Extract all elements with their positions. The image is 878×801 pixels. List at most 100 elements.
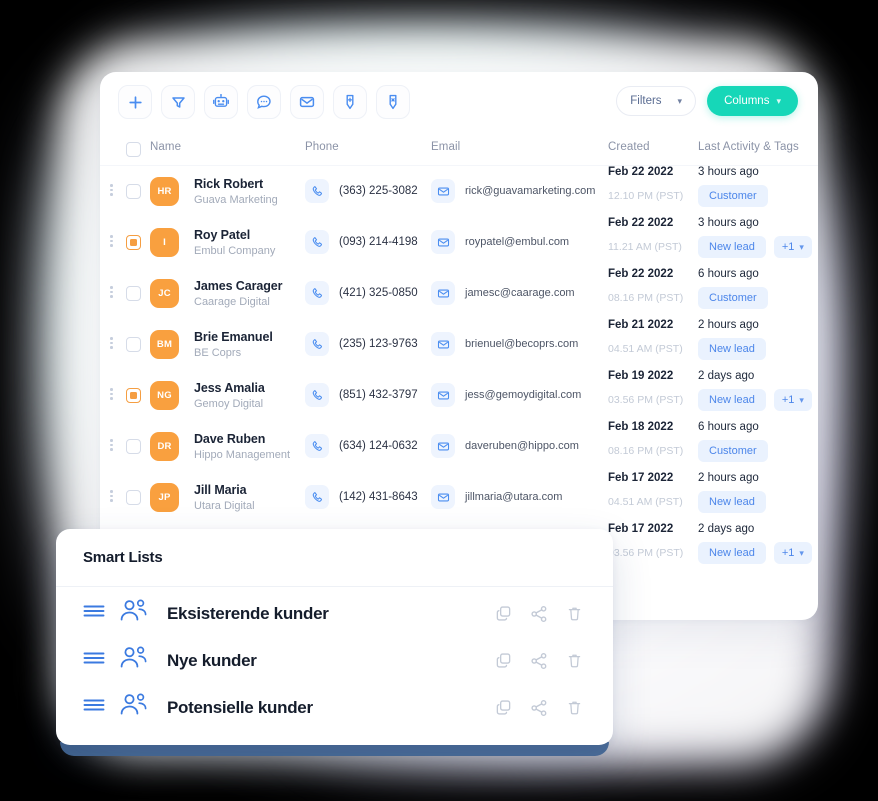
users-group-icon <box>119 693 149 722</box>
row-select-checkbox[interactable] <box>126 235 141 250</box>
phone-cell[interactable]: (142) 431-8643 <box>305 485 418 509</box>
status-badge[interactable]: New lead <box>698 338 766 360</box>
more-tags-badge[interactable]: +1 ▾ <box>773 542 812 564</box>
email-value: jamesc@caarage.com <box>465 287 575 299</box>
email-cell[interactable]: jamesc@caarage.com <box>431 281 575 305</box>
row-select-checkbox[interactable] <box>126 439 141 454</box>
row-select-checkbox[interactable] <box>126 286 141 301</box>
contact-name: Dave Ruben <box>194 432 266 446</box>
chat-bubble-icon[interactable] <box>247 85 281 119</box>
email-cell[interactable]: roypatel@embul.com <box>431 230 569 254</box>
phone-value: (421) 325-0850 <box>339 287 418 299</box>
filters-label: Filters <box>630 95 662 107</box>
trash-icon[interactable] <box>566 652 583 669</box>
smart-lists-card: Smart Lists Eksisterende kunder Nye kunde… <box>56 529 613 745</box>
status-badge[interactable]: Customer <box>698 287 768 309</box>
share-icon[interactable] <box>530 699 548 717</box>
created-cell: Feb 21 2022 04.51 AM (PST) <box>608 319 683 355</box>
contact-name: Rick Robert <box>194 177 264 191</box>
activity-cell: 2 hours ago New lead <box>698 319 766 360</box>
last-activity-time: 2 hours ago <box>698 472 759 484</box>
tag-row: New lead +1 ▾ <box>698 389 812 411</box>
more-tags-badge[interactable]: +1 ▾ <box>773 389 812 411</box>
created-time: 11.21 AM (PST) <box>608 241 682 253</box>
duplicate-icon[interactable] <box>495 605 512 622</box>
status-badge[interactable]: New lead <box>698 236 766 258</box>
tag-row: Customer <box>698 185 768 207</box>
created-cell: Feb 17 2022 04.51 AM (PST) <box>608 472 683 508</box>
row-select-checkbox[interactable] <box>126 184 141 199</box>
users-group-icon <box>119 646 149 675</box>
phone-value: (363) 225-3082 <box>339 185 418 197</box>
contact-company: Utara Digital <box>194 500 255 512</box>
row-drag-handle[interactable] <box>110 439 113 451</box>
contact-company: Hippo Management <box>194 449 291 461</box>
phone-icon <box>305 281 329 305</box>
smart-list-item[interactable]: Potensielle kunder <box>56 687 613 728</box>
row-drag-handle[interactable] <box>110 184 113 196</box>
smart-list-item[interactable]: Nye kunder <box>56 640 613 681</box>
tag-row: Customer <box>698 440 768 462</box>
created-time: 03.56 PM (PST) <box>608 394 684 406</box>
trash-icon[interactable] <box>566 699 583 716</box>
chevron-down-icon: ▾ <box>799 547 804 558</box>
tag-row: New lead +1 ▾ <box>698 236 812 258</box>
tag-add-icon[interactable] <box>333 85 367 119</box>
row-select-checkbox[interactable] <box>126 490 141 505</box>
row-drag-handle[interactable] <box>110 388 113 400</box>
row-drag-handle[interactable] <box>110 235 113 247</box>
smart-lists-header: Smart Lists <box>56 529 613 587</box>
phone-icon <box>305 179 329 203</box>
email-cell[interactable]: daveruben@hippo.com <box>431 434 579 458</box>
phone-cell[interactable]: (363) 225-3082 <box>305 179 418 203</box>
share-icon[interactable] <box>530 652 548 670</box>
phone-cell[interactable]: (421) 325-0850 <box>305 281 418 305</box>
filter-funnel-icon[interactable] <box>161 85 195 119</box>
add-icon[interactable] <box>118 85 152 119</box>
phone-cell[interactable]: (235) 123-9763 <box>305 332 418 356</box>
email-value: brienuel@becoprs.com <box>465 338 579 350</box>
phone-cell[interactable]: (093) 214-4198 <box>305 230 418 254</box>
drag-handle-icon[interactable] <box>83 651 105 670</box>
toolbar-icon-group <box>118 85 410 119</box>
row-drag-handle[interactable] <box>110 337 113 349</box>
status-badge[interactable]: Customer <box>698 440 768 462</box>
phone-value: (093) 214-4198 <box>339 236 418 248</box>
created-date: Feb 17 2022 <box>608 472 674 484</box>
row-drag-handle[interactable] <box>110 286 113 298</box>
phone-value: (851) 432-3797 <box>339 389 418 401</box>
email-cell[interactable]: jess@gemoydigital.com <box>431 383 581 407</box>
email-cell[interactable]: rick@guavamarketing.com <box>431 179 595 203</box>
select-all-checkbox[interactable] <box>126 142 141 157</box>
last-activity-time: 6 hours ago <box>698 268 759 280</box>
drag-handle-icon[interactable] <box>83 604 105 623</box>
columns-label: Columns <box>724 95 770 107</box>
row-select-checkbox[interactable] <box>126 337 141 352</box>
activity-cell: 3 hours ago New lead +1 ▾ <box>698 217 812 258</box>
row-drag-handle[interactable] <box>110 490 113 502</box>
status-badge[interactable]: New lead <box>698 491 766 513</box>
duplicate-icon[interactable] <box>495 699 512 716</box>
phone-cell[interactable]: (851) 432-3797 <box>305 383 418 407</box>
tag-remove-icon[interactable] <box>376 85 410 119</box>
status-badge[interactable]: Customer <box>698 185 768 207</box>
email-cell[interactable]: brienuel@becoprs.com <box>431 332 578 356</box>
column-header-name: Name <box>150 141 182 153</box>
smart-list-label: Eksisterende kunder <box>167 603 329 623</box>
filters-dropdown[interactable]: Filters ▾ <box>616 86 697 116</box>
email-cell[interactable]: jillmaria@utara.com <box>431 485 562 509</box>
smart-list-row-actions <box>495 652 583 670</box>
more-tags-badge[interactable]: +1 ▾ <box>773 236 812 258</box>
robot-automation-icon[interactable] <box>204 85 238 119</box>
phone-cell[interactable]: (634) 124-0632 <box>305 434 418 458</box>
share-icon[interactable] <box>530 605 548 623</box>
status-badge[interactable]: New lead <box>698 389 766 411</box>
envelope-mail-icon[interactable] <box>290 85 324 119</box>
trash-icon[interactable] <box>566 605 583 622</box>
drag-handle-icon[interactable] <box>83 698 105 717</box>
status-badge[interactable]: New lead <box>698 542 766 564</box>
columns-button[interactable]: Columns ▾ <box>707 86 798 116</box>
row-select-checkbox[interactable] <box>126 388 141 403</box>
duplicate-icon[interactable] <box>495 652 512 669</box>
smart-list-item[interactable]: Eksisterende kunder <box>56 593 613 634</box>
